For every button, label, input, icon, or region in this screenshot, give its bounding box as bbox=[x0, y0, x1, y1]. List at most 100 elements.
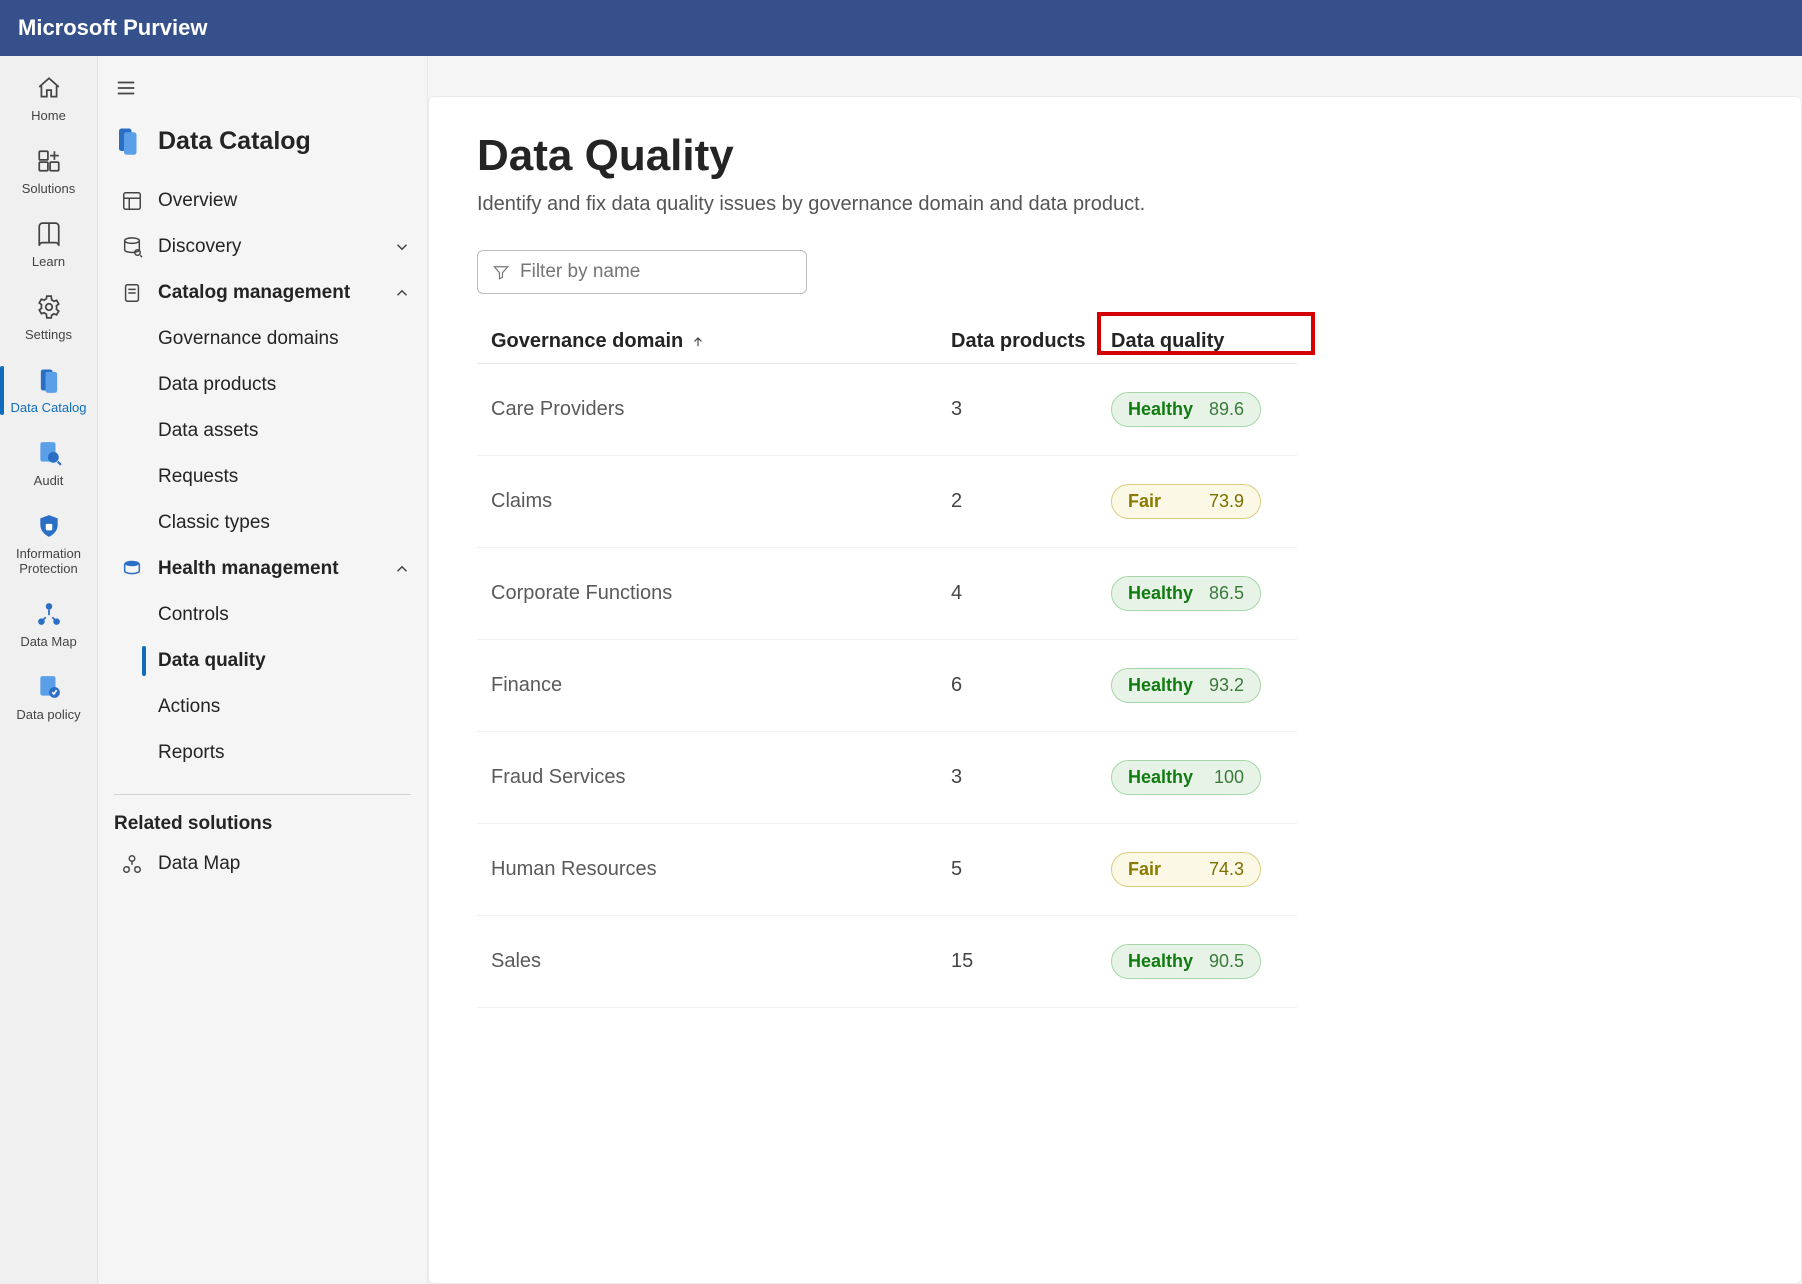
quality-status: Fair bbox=[1128, 491, 1161, 512]
cell-quality: Healthy 93.2 bbox=[1111, 668, 1291, 703]
grid-plus-icon bbox=[33, 147, 65, 175]
app-title: Microsoft Purview bbox=[18, 15, 207, 41]
quality-score: 73.9 bbox=[1209, 491, 1244, 512]
table-row[interactable]: Claims2 Fair 73.9 bbox=[477, 456, 1297, 548]
domains-table: Governance domain Data products Data qua… bbox=[477, 320, 1297, 1008]
cell-quality: Healthy 90.5 bbox=[1111, 944, 1291, 979]
filter-input[interactable] bbox=[520, 261, 792, 283]
graph-icon bbox=[120, 853, 144, 875]
table-row[interactable]: Human Resources5Fair74.3 bbox=[477, 824, 1297, 916]
nav-related-data-map[interactable]: Data Map bbox=[98, 841, 427, 887]
graph-icon bbox=[33, 600, 65, 628]
table-row[interactable]: Care Providers3Healthy89.6 bbox=[477, 364, 1297, 456]
page-subtitle: Identify and fix data quality issues by … bbox=[477, 193, 1753, 216]
chevron-up-icon bbox=[393, 284, 411, 302]
rail-home[interactable]: Home bbox=[0, 74, 97, 123]
quality-status: Healthy bbox=[1128, 767, 1193, 788]
quality-pill: Healthy 90.5 bbox=[1111, 944, 1261, 979]
quality-status: Healthy bbox=[1128, 675, 1193, 696]
nav-health-management[interactable]: Health management bbox=[98, 546, 427, 592]
layout-icon bbox=[120, 190, 144, 212]
nav-classic-types[interactable]: Classic types bbox=[98, 500, 427, 546]
cell-products: 2 bbox=[951, 490, 1111, 513]
document-icon bbox=[120, 282, 144, 304]
quality-pill: Healthy 86.5 bbox=[1111, 576, 1261, 611]
cell-products: 3 bbox=[951, 398, 1111, 421]
quality-status: Healthy bbox=[1128, 951, 1193, 972]
nav-data-assets[interactable]: Data assets bbox=[98, 408, 427, 454]
cell-domain: Sales bbox=[491, 950, 951, 973]
cell-quality: Healthy 89.6 bbox=[1111, 392, 1291, 427]
nav-data-products[interactable]: Data products bbox=[98, 362, 427, 408]
audit-icon bbox=[33, 439, 65, 467]
col-header-products[interactable]: Data products bbox=[951, 330, 1111, 353]
nav-data-quality[interactable]: Data quality bbox=[98, 638, 427, 684]
rail-data-catalog[interactable]: Data Catalog bbox=[0, 366, 97, 415]
rail-solutions[interactable]: Solutions bbox=[0, 147, 97, 196]
nav-catalog-management[interactable]: Catalog management bbox=[98, 270, 427, 316]
cell-quality: Fair 73.9 bbox=[1111, 484, 1291, 519]
quality-pill: Healthy 100 bbox=[1111, 760, 1261, 795]
cell-quality: Healthy 86.5 bbox=[1111, 576, 1291, 611]
cell-products: 3 bbox=[951, 766, 1111, 789]
database-search-icon bbox=[120, 236, 144, 258]
quality-score: 90.5 bbox=[1209, 951, 1244, 972]
health-icon bbox=[120, 558, 144, 580]
quality-pill: Fair 74.3 bbox=[1111, 852, 1261, 887]
side-panel-title: Data Catalog bbox=[158, 127, 311, 156]
rail-data-policy[interactable]: Data policy bbox=[0, 673, 97, 722]
sort-up-icon bbox=[691, 335, 705, 349]
quality-status: Fair bbox=[1128, 859, 1161, 880]
app-topbar: Microsoft Purview bbox=[0, 0, 1802, 56]
chevron-down-icon bbox=[393, 238, 411, 256]
page-title: Data Quality bbox=[477, 131, 1753, 181]
nav-actions[interactable]: Actions bbox=[98, 684, 427, 730]
table-row[interactable]: Corporate Functions4 Healthy 86.5 bbox=[477, 548, 1297, 640]
rail-information-protection[interactable]: Information Protection bbox=[0, 512, 97, 576]
home-icon bbox=[33, 74, 65, 102]
table-header: Governance domain Data products Data qua… bbox=[477, 320, 1297, 364]
quality-score: 74.3 bbox=[1209, 859, 1244, 880]
cell-domain: Finance bbox=[491, 674, 951, 697]
nav-governance-domains[interactable]: Governance domains bbox=[98, 316, 427, 362]
quality-status: Healthy bbox=[1128, 399, 1193, 420]
cell-domain: Claims bbox=[491, 490, 951, 513]
nav-reports[interactable]: Reports bbox=[98, 730, 427, 776]
rail-data-map[interactable]: Data Map bbox=[0, 600, 97, 649]
filter-by-name[interactable] bbox=[477, 250, 807, 294]
cell-domain: Corporate Functions bbox=[491, 582, 951, 605]
nav-discovery[interactable]: Discovery bbox=[98, 224, 427, 270]
cell-products: 5 bbox=[951, 858, 1111, 881]
side-panel: Data Catalog Overview Discovery Catalog … bbox=[98, 56, 428, 1284]
divider bbox=[114, 794, 411, 795]
quality-status: Healthy bbox=[1128, 583, 1193, 604]
col-header-quality[interactable]: Data quality bbox=[1111, 330, 1291, 353]
nav-requests[interactable]: Requests bbox=[98, 454, 427, 500]
cell-quality: Fair 74.3 bbox=[1111, 852, 1291, 887]
table-row[interactable]: Finance6Healthy93.2 bbox=[477, 640, 1297, 732]
quality-pill: Fair 73.9 bbox=[1111, 484, 1261, 519]
filter-icon bbox=[492, 263, 510, 281]
hamburger-button[interactable] bbox=[112, 74, 140, 102]
quality-score: 89.6 bbox=[1209, 399, 1244, 420]
cell-products: 4 bbox=[951, 582, 1111, 605]
rail-audit[interactable]: Audit bbox=[0, 439, 97, 488]
rail-settings[interactable]: Settings bbox=[0, 293, 97, 342]
catalog-title-icon bbox=[114, 126, 144, 156]
quality-pill: Healthy 89.6 bbox=[1111, 392, 1261, 427]
nav-controls[interactable]: Controls bbox=[98, 592, 427, 638]
shield-lock-icon bbox=[33, 512, 65, 540]
related-solutions-heading: Related solutions bbox=[98, 813, 427, 841]
table-row[interactable]: Fraud Services3Healthy100 bbox=[477, 732, 1297, 824]
rail-learn[interactable]: Learn bbox=[0, 220, 97, 269]
policy-icon bbox=[33, 673, 65, 701]
col-header-domain[interactable]: Governance domain bbox=[491, 330, 951, 353]
cell-quality: Healthy 100 bbox=[1111, 760, 1291, 795]
table-row[interactable]: Sales15Healthy90.5 bbox=[477, 916, 1297, 1008]
nav-overview[interactable]: Overview bbox=[98, 178, 427, 224]
quality-score: 86.5 bbox=[1209, 583, 1244, 604]
quality-score: 93.2 bbox=[1209, 675, 1244, 696]
catalog-icon bbox=[33, 366, 65, 394]
main-area: Data Quality Identify and fix data quali… bbox=[428, 56, 1802, 1284]
quality-score: 100 bbox=[1214, 767, 1244, 788]
